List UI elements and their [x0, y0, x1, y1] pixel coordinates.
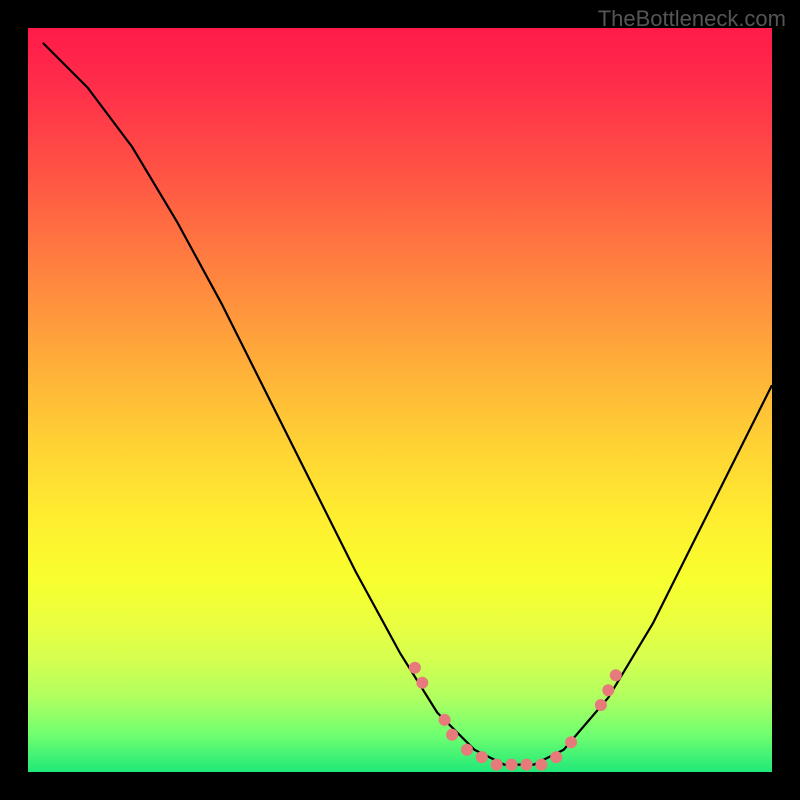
data-points-group — [409, 662, 622, 771]
data-point — [521, 759, 533, 771]
data-point — [506, 759, 518, 771]
data-point — [610, 669, 622, 681]
data-point — [416, 677, 428, 689]
data-point — [595, 699, 607, 711]
data-point — [409, 662, 421, 674]
data-point — [446, 729, 458, 741]
data-point — [491, 759, 503, 771]
data-point — [461, 744, 473, 756]
plot-area — [28, 28, 772, 772]
data-point — [602, 684, 614, 696]
data-point — [535, 759, 547, 771]
data-point — [550, 751, 562, 763]
data-point — [476, 751, 488, 763]
chart-svg — [28, 28, 772, 772]
data-point — [439, 714, 451, 726]
watermark-text: TheBottleneck.com — [598, 6, 786, 32]
bottleneck-curve — [43, 43, 772, 765]
data-point — [565, 736, 577, 748]
